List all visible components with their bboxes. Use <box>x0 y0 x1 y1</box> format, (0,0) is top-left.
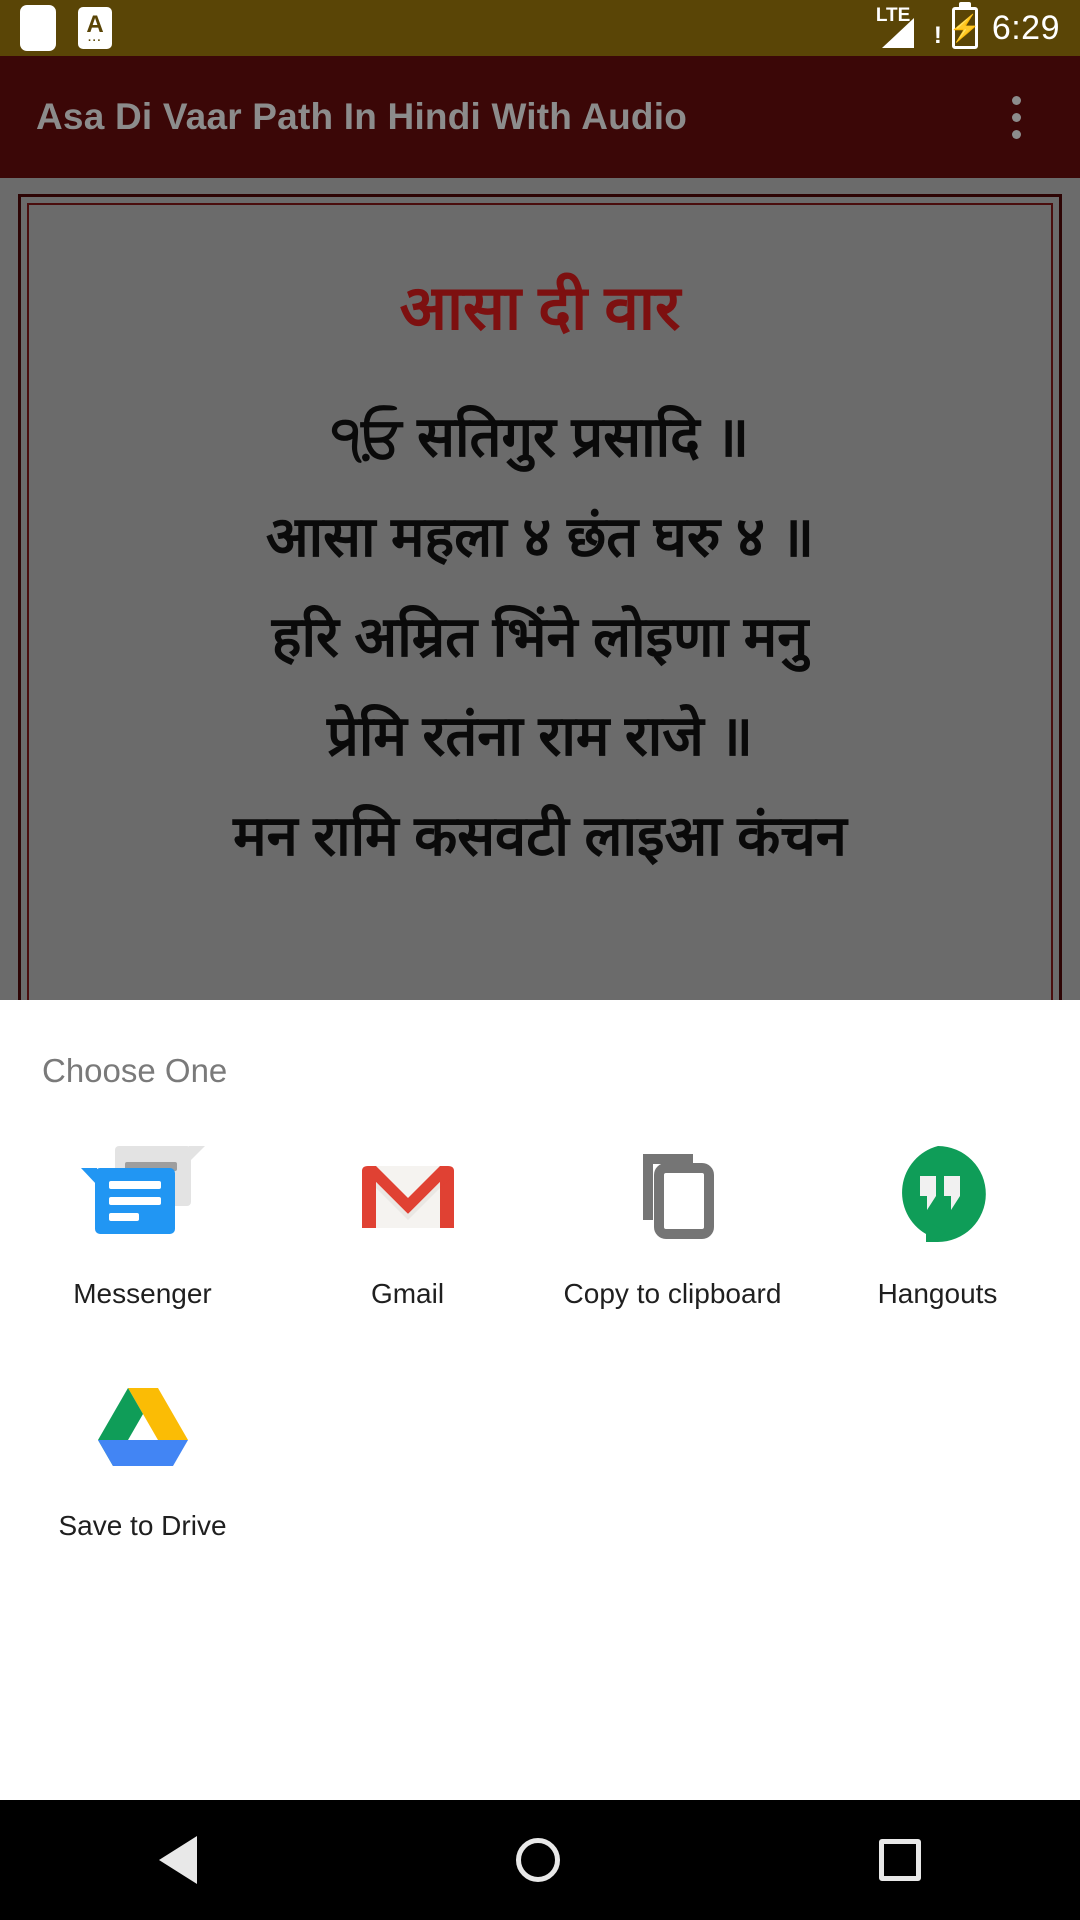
share-target-gmail[interactable]: Gmail <box>275 1138 540 1310</box>
share-target-label: Messenger <box>73 1278 212 1309</box>
hangouts-icon <box>882 1138 994 1250</box>
document-line: आसा महला ४ छंत घरु ४ ॥ <box>265 504 815 568</box>
battery-charging-icon: ⚡ <box>948 7 981 49</box>
share-target-label: Hangouts <box>877 1278 998 1309</box>
google-drive-icon <box>87 1370 199 1482</box>
a-text-notification-icon: A ··· <box>78 7 112 49</box>
a-icon-dots: ··· <box>88 34 102 47</box>
share-target-label: Save to Drive <box>58 1510 227 1541</box>
gmail-icon <box>352 1138 464 1250</box>
status-bar-clock: 6:29 <box>991 8 1060 47</box>
share-target-label: Copy to clipboard <box>563 1278 782 1309</box>
overflow-menu-icon[interactable] <box>988 81 1044 153</box>
document-content[interactable]: आसा दी वार ੧ਓ਼ सतिगुर प्रसादि ॥ आसा महला… <box>0 178 1080 1040</box>
status-bar-system-icons: LTE ! ⚡ 6:29 <box>876 6 1060 50</box>
share-target-messenger[interactable]: Messenger <box>10 1138 275 1310</box>
share-target-grid: Messenger Gmail Copy to clipboard Hangou… <box>0 1090 1080 1542</box>
document-line: प्रेमि रतंना राम राजे ॥ <box>327 704 753 768</box>
home-nav-icon[interactable] <box>515 1838 560 1882</box>
share-target-save-to-drive[interactable]: Save to Drive <box>10 1370 275 1542</box>
signal-triangle-icon: LTE ! <box>876 6 942 50</box>
messenger-icon <box>80 1138 205 1250</box>
document-line: मन रामि कसवटी लाइआ कंचन <box>233 803 847 867</box>
blank-notification-icon <box>20 5 56 51</box>
app-bar: Asa Di Vaar Path In Hindi With Audio <box>0 56 1080 178</box>
page-title: Asa Di Vaar Path In Hindi With Audio <box>36 96 687 137</box>
status-bar-notifications: A ··· <box>20 5 112 51</box>
document-body: ੧ਓ਼ सतिगुर प्रसादि ॥ आसा महला ४ छंत घरु … <box>49 387 1031 885</box>
document-line: हरि अम्रित भिंने लोइणा मनु <box>271 604 809 668</box>
recents-nav-icon[interactable] <box>878 1839 921 1881</box>
copy-to-clipboard-icon <box>617 1138 729 1250</box>
android-navigation-bar <box>0 1800 1080 1920</box>
document-line: ੧ਓ਼ सतिगुर प्रसादि ॥ <box>330 405 749 469</box>
bottom-sheet-title: Choose One <box>42 1052 228 1089</box>
share-bottom-sheet: Choose One Messenger Gmail Copy to clipb… <box>0 1000 1080 1800</box>
share-target-copy-to-clipboard[interactable]: Copy to clipboard <box>540 1138 805 1310</box>
a-icon-letter: A <box>86 10 104 38</box>
network-warning-label: ! <box>933 22 942 49</box>
status-bar: A ··· LTE ! ⚡ 6:29 <box>0 0 1080 56</box>
share-target-label: Gmail <box>370 1278 445 1309</box>
document-heading: आसा दी वार <box>399 274 681 343</box>
share-target-hangouts[interactable]: Hangouts <box>805 1138 1070 1310</box>
battery-bolt-glyph: ⚡ <box>948 13 981 43</box>
phone-screen: A ··· LTE ! ⚡ 6:29 Asa Di Vaar Path In H… <box>0 0 1080 1920</box>
document-frame: आसा दी वार ੧ਓ਼ सतिगुर प्रसादि ॥ आसा महला… <box>18 194 1062 1040</box>
back-nav-icon[interactable] <box>159 1836 198 1884</box>
